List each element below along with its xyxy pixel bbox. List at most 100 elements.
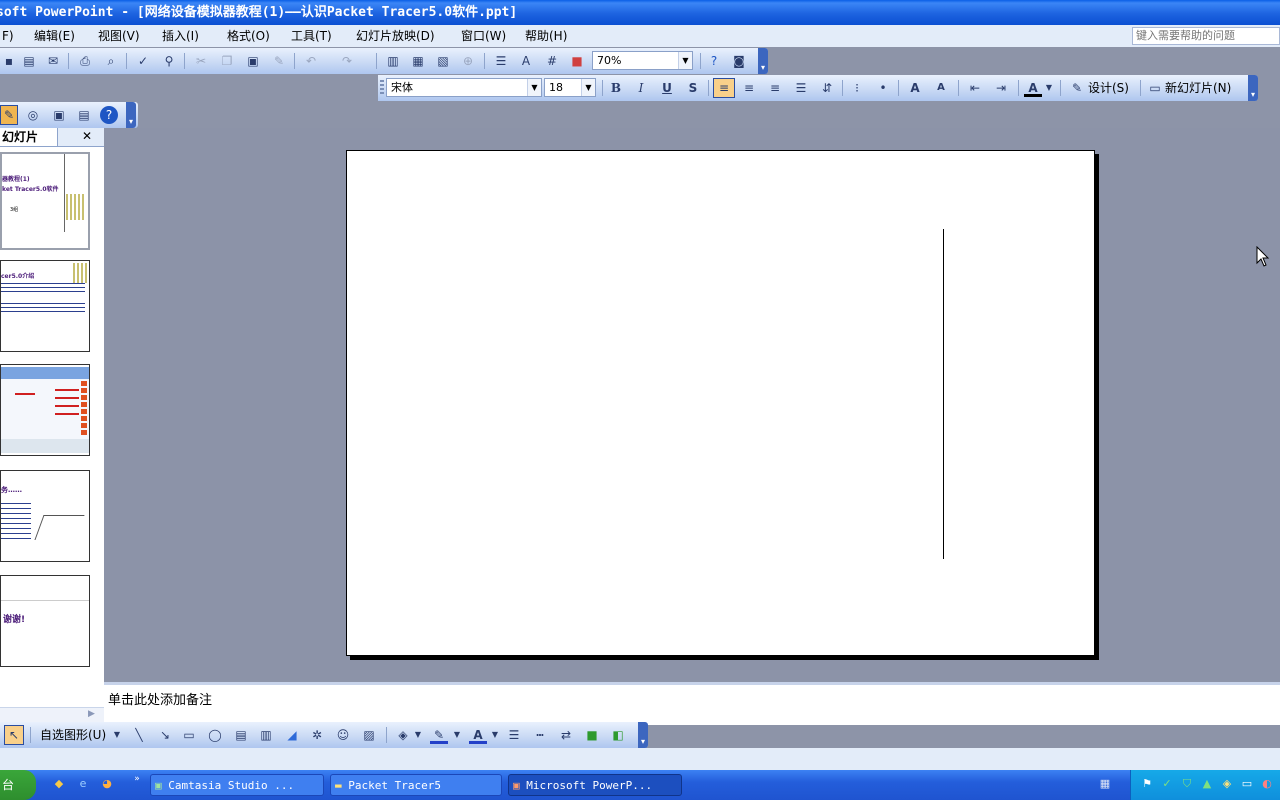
- arrow-icon[interactable]: ↘: [156, 726, 174, 744]
- menu-insert[interactable]: 插入(I): [160, 28, 201, 44]
- tab-slides[interactable]: 幻灯片: [0, 128, 58, 146]
- paste-icon[interactable]: ▣: [244, 52, 262, 70]
- hyperlink-icon[interactable]: ⊕: [459, 52, 477, 70]
- align-right-icon[interactable]: ≡: [766, 79, 784, 97]
- show-formatting-icon[interactable]: A: [517, 52, 535, 70]
- slide-canvas[interactable]: [346, 150, 1095, 656]
- autoshapes-menu[interactable]: 自选图形(U): [40, 727, 106, 743]
- justify-icon[interactable]: ☰: [792, 79, 810, 97]
- menu-slideshow[interactable]: 幻灯片放映(D): [354, 28, 437, 44]
- taskbar-button-camtasia[interactable]: ▣ Camtasia Studio ...: [150, 774, 324, 796]
- align-left-icon[interactable]: ≡: [713, 78, 735, 98]
- record-icon[interactable]: ▣: [50, 106, 68, 124]
- slides-pane-scrollbar[interactable]: ▶: [0, 707, 104, 723]
- menu-window[interactable]: 窗口(W): [459, 28, 508, 44]
- slide-thumbnail-2[interactable]: cer5.0介绍: [0, 260, 90, 352]
- save-icon[interactable]: ▪: [0, 52, 18, 70]
- notes-pane[interactable]: 单击此处添加备注: [104, 682, 1280, 725]
- menu-format[interactable]: 格式(O): [225, 28, 272, 44]
- toolbar-options-icon[interactable]: ▾: [758, 48, 768, 74]
- italic-button[interactable]: I: [632, 79, 650, 97]
- chevron-down-icon[interactable]: ▼: [1044, 79, 1054, 97]
- new-slide-button[interactable]: 新幻灯片(N): [1165, 80, 1231, 96]
- ie-icon[interactable]: e: [76, 777, 90, 791]
- expand-all-icon[interactable]: ☰: [492, 52, 510, 70]
- help-icon[interactable]: ?: [705, 52, 723, 70]
- picture-icon[interactable]: ▨: [360, 726, 378, 744]
- start-button[interactable]: 台: [0, 770, 36, 800]
- show-grid-icon[interactable]: #: [543, 52, 561, 70]
- print-preview-icon[interactable]: ⌕: [102, 52, 120, 70]
- slide-thumbnail-3[interactable]: [0, 364, 90, 456]
- menu-help[interactable]: 帮助(H): [523, 28, 569, 44]
- assistant-icon[interactable]: ◙: [730, 52, 748, 70]
- decrease-indent-icon[interactable]: ⇤: [966, 79, 984, 97]
- antivirus-icon[interactable]: ▲: [1200, 777, 1214, 791]
- menu-edit[interactable]: 编辑(E): [32, 28, 77, 44]
- chevron-down-icon[interactable]: ▼: [490, 726, 500, 744]
- redo-icon[interactable]: ↷: [338, 52, 356, 70]
- font-color-icon[interactable]: A: [469, 726, 487, 744]
- fill-color-icon[interactable]: ◈: [394, 726, 412, 744]
- font-color-icon[interactable]: A: [1024, 79, 1042, 97]
- design-button[interactable]: 设计(S): [1088, 80, 1129, 96]
- monitor-icon[interactable]: ▭: [1240, 777, 1254, 791]
- network-icon[interactable]: ⚑: [1140, 777, 1154, 791]
- shield-icon[interactable]: ⛉: [1180, 777, 1194, 791]
- arrow-style-icon[interactable]: ⇄: [557, 726, 575, 744]
- help-icon[interactable]: ?: [100, 106, 118, 124]
- slide-thumbnail-5[interactable]: 谢谢!: [0, 575, 90, 667]
- menu-view[interactable]: 视图(V): [96, 28, 142, 44]
- tables-borders-icon[interactable]: ▧: [434, 52, 452, 70]
- shadow-button[interactable]: S: [684, 79, 702, 97]
- close-icon[interactable]: ✕: [82, 129, 92, 143]
- line-icon[interactable]: ╲: [130, 726, 148, 744]
- taskbar-button-powerpoint[interactable]: ▣ Microsoft PowerP...: [508, 774, 682, 796]
- increase-indent-icon[interactable]: ⇥: [992, 79, 1010, 97]
- update-icon[interactable]: ◈: [1220, 777, 1234, 791]
- bullets-icon[interactable]: •: [874, 79, 892, 97]
- toolbar-options-icon[interactable]: ▾: [126, 102, 136, 128]
- menu-file[interactable]: F): [0, 28, 16, 44]
- select-objects-icon[interactable]: ↖: [4, 725, 24, 745]
- oval-icon[interactable]: ◯: [206, 726, 224, 744]
- diagram-icon[interactable]: ✲: [308, 726, 326, 744]
- chevron-down-icon[interactable]: ▼: [452, 726, 462, 744]
- spelling-icon[interactable]: ✓: [134, 52, 152, 70]
- firefox-icon[interactable]: ◕: [100, 777, 114, 791]
- zoom-select[interactable]: 70% ▼: [592, 51, 693, 70]
- webcam-icon[interactable]: ◎: [24, 106, 42, 124]
- help-search-input[interactable]: [1132, 27, 1280, 45]
- pen-icon[interactable]: ✎: [0, 105, 18, 125]
- scroll-right-icon[interactable]: ▶: [88, 709, 95, 719]
- keyboard-icon[interactable]: ▦: [1098, 777, 1112, 791]
- chevron-right-icon[interactable]: »: [130, 772, 144, 786]
- vertical-textbox-icon[interactable]: ▥: [257, 726, 275, 744]
- font-size-select[interactable]: 18 ▼: [544, 78, 596, 97]
- slide-line-shape[interactable]: [943, 229, 944, 559]
- slide-thumbnail-4[interactable]: 务……: [0, 470, 90, 562]
- insert-table-icon[interactable]: ▦: [409, 52, 427, 70]
- clipart-icon[interactable]: ☺: [334, 726, 352, 744]
- toolbar-grip[interactable]: [380, 80, 384, 96]
- numbering-icon[interactable]: ⁝: [848, 79, 866, 97]
- dash-style-icon[interactable]: ┅: [531, 726, 549, 744]
- research-icon[interactable]: ⚲: [160, 52, 178, 70]
- quicklaunch-icon[interactable]: ◆: [52, 777, 66, 791]
- rectangle-icon[interactable]: ▭: [180, 726, 198, 744]
- menu-tools[interactable]: 工具(T): [289, 28, 334, 44]
- taskbar-button-packet-tracer[interactable]: ▬ Packet Tracer5: [330, 774, 502, 796]
- settings-icon[interactable]: ▤: [75, 106, 93, 124]
- 3d-style-icon[interactable]: ◧: [609, 726, 627, 744]
- bold-button[interactable]: B: [607, 79, 625, 97]
- permission-icon[interactable]: ▤: [20, 52, 38, 70]
- print-icon[interactable]: ⎙: [76, 52, 94, 70]
- underline-button[interactable]: U: [658, 79, 676, 97]
- increase-font-icon[interactable]: A: [906, 79, 924, 97]
- cut-icon[interactable]: ✂: [192, 52, 210, 70]
- color-grayscale-icon[interactable]: ■: [568, 52, 586, 70]
- undo-icon[interactable]: ↶: [302, 52, 320, 70]
- volume-icon[interactable]: ◐: [1260, 777, 1274, 791]
- format-painter-icon[interactable]: ✎: [270, 52, 288, 70]
- line-style-icon[interactable]: ☰: [505, 726, 523, 744]
